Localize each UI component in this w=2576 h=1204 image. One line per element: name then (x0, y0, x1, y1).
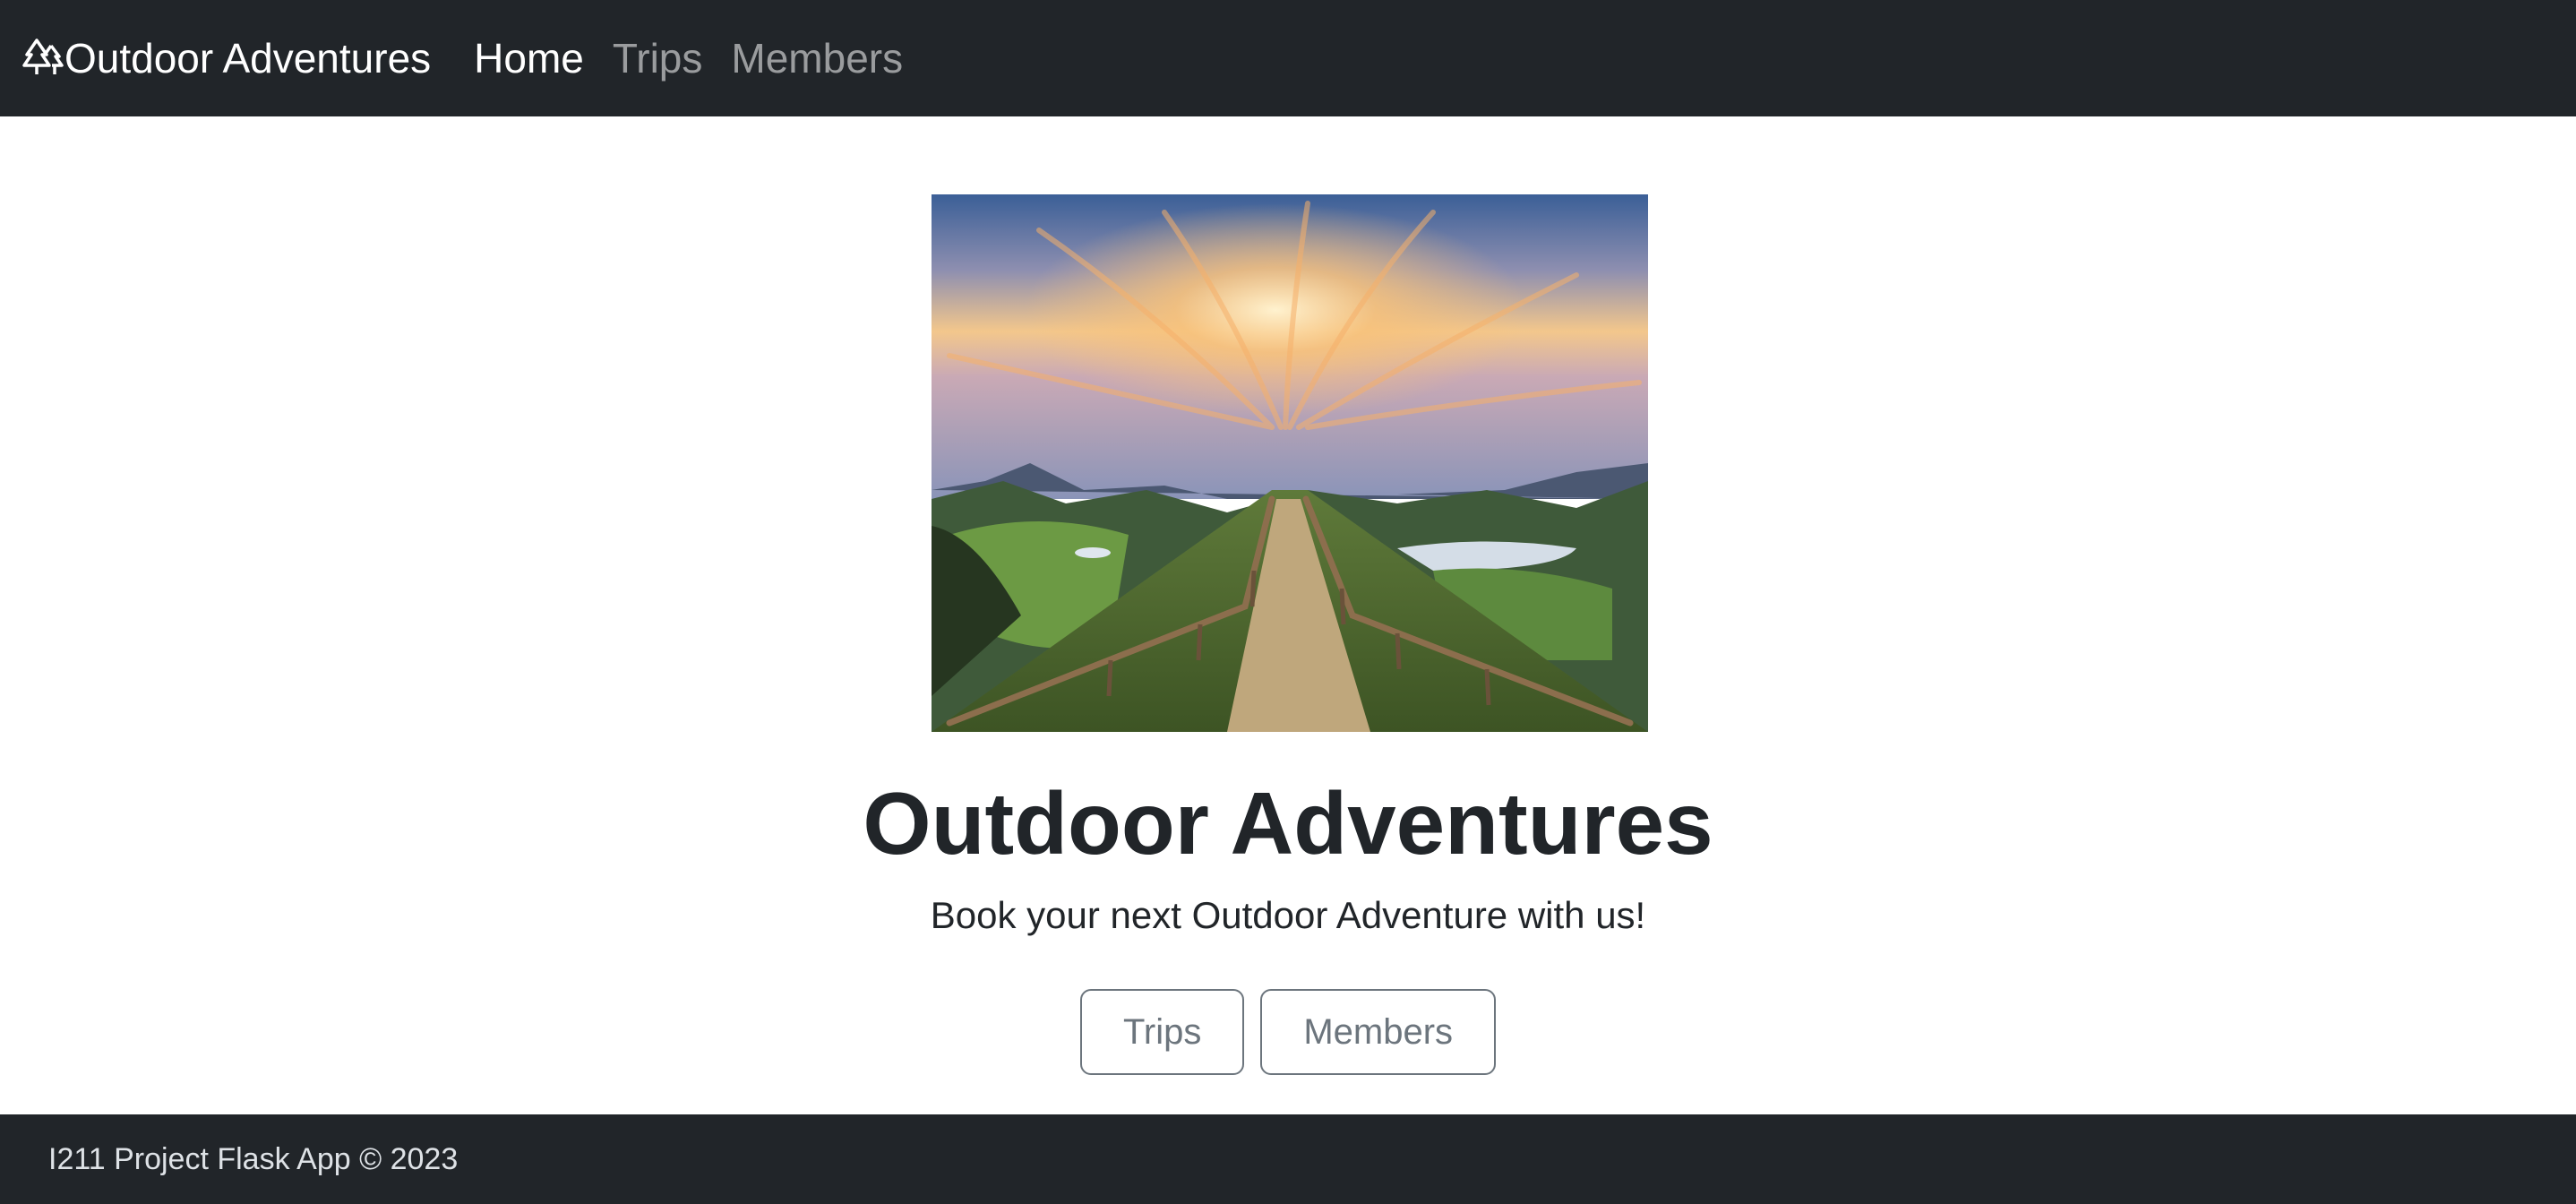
top-navbar: Outdoor Adventures Home Trips Members (0, 0, 2576, 116)
hero-button-group: Trips Members (0, 989, 2576, 1075)
brand-text: Outdoor Adventures (64, 35, 432, 82)
trips-button[interactable]: Trips (1079, 989, 1245, 1075)
page-footer: I211 Project Flask App © 2023 (0, 1114, 2576, 1204)
footer-text: I211 Project Flask App © 2023 (48, 1141, 459, 1176)
nav-link-members[interactable]: Members (731, 34, 903, 82)
hero-lead-text: Book your next Outdoor Adventure with us… (930, 894, 1646, 936)
page-title: Outdoor Adventures (863, 774, 1713, 873)
members-button[interactable]: Members (1260, 989, 1497, 1075)
nav-link-trips[interactable]: Trips (613, 34, 703, 82)
brand-link[interactable]: Outdoor Adventures (21, 34, 431, 82)
trees-icon (21, 37, 64, 80)
hero-image (932, 194, 1648, 732)
nav-link-home[interactable]: Home (474, 34, 584, 82)
